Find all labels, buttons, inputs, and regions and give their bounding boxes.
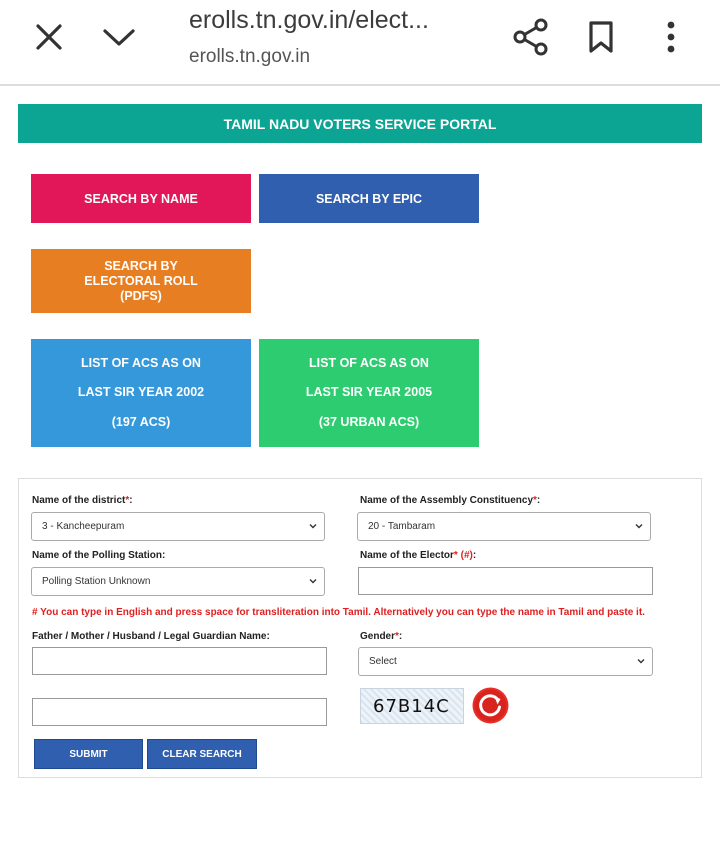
tile-line: LAST SIR YEAR 2005 [305, 385, 433, 400]
captcha-image: 67B14C [360, 688, 464, 724]
tile-line: LAST SIR YEAR 2002 [77, 385, 205, 400]
share-icon[interactable] [508, 14, 554, 60]
tile-line: (197 ACS) [111, 414, 171, 429]
tile-line: (PDFS) [120, 288, 162, 303]
district-select[interactable]: 3 - Kancheepuram [31, 512, 325, 541]
tile-line: LIST OF ACS AS ON [81, 355, 201, 370]
clear-search-button[interactable]: CLEAR SEARCH [147, 739, 257, 769]
gender-label: Gender*: [360, 631, 403, 642]
more-vert-icon[interactable] [652, 14, 690, 60]
tile-line: ELECTORAL ROLL [84, 273, 198, 288]
search-by-electoral-roll-button[interactable]: SEARCH BY ELECTORAL ROLL (PDFS) [31, 249, 251, 313]
search-by-name-button[interactable]: SEARCH BY NAME [31, 174, 251, 223]
elector-name-input[interactable] [358, 567, 653, 595]
ac-select[interactable]: 20 - Tambaram [357, 512, 651, 541]
close-icon[interactable] [28, 16, 70, 58]
guardian-name-label: Father / Mother / Husband / Legal Guardi… [32, 631, 270, 642]
browser-toolbar: erolls.tn.gov.in/elect... erolls.tn.gov.… [0, 0, 720, 86]
guardian-name-input[interactable] [32, 647, 327, 675]
list-of-acs-2005-button[interactable]: LIST OF ACS AS ON LAST SIR YEAR 2005 (37… [259, 339, 479, 447]
tile-line: LIST OF ACS AS ON [309, 355, 429, 370]
chevron-down-icon [309, 579, 317, 584]
polling-station-label: Name of the Polling Station: [32, 550, 166, 561]
search-by-epic-button[interactable]: SEARCH BY EPIC [259, 174, 479, 223]
url-title[interactable]: erolls.tn.gov.in/elect... [189, 6, 459, 35]
captcha-input[interactable] [32, 698, 327, 726]
bookmark-icon[interactable] [580, 14, 622, 60]
tile-line: SEARCH BY [104, 258, 178, 273]
gender-select-value: Select [369, 656, 397, 667]
submit-button[interactable]: SUBMIT [34, 739, 143, 769]
transliteration-note: # You can type in English and press spac… [32, 607, 645, 618]
chevron-down-icon[interactable] [98, 16, 140, 58]
tile-line: (37 URBAN ACS) [318, 414, 420, 429]
chevron-down-icon [309, 524, 317, 529]
portal-title-banner: TAMIL NADU VOTERS SERVICE PORTAL [18, 104, 702, 143]
polling-station-select[interactable]: Polling Station Unknown [31, 567, 325, 596]
chevron-down-icon [635, 524, 643, 529]
elector-name-label: Name of the Elector* (#): [360, 550, 477, 561]
gender-select[interactable]: Select [358, 647, 653, 676]
url-domain: erolls.tn.gov.in [189, 46, 311, 67]
ac-select-value: 20 - Tambaram [368, 521, 436, 532]
district-select-value: 3 - Kancheepuram [42, 521, 125, 532]
district-label: Name of the district*: [32, 495, 133, 506]
refresh-captcha-icon[interactable] [472, 687, 509, 724]
list-of-acs-2002-button[interactable]: LIST OF ACS AS ON LAST SIR YEAR 2002 (19… [31, 339, 251, 447]
polling-station-select-value: Polling Station Unknown [42, 576, 151, 587]
ac-label: Name of the Assembly Constituency*: [360, 495, 541, 506]
chevron-down-icon [637, 659, 645, 664]
